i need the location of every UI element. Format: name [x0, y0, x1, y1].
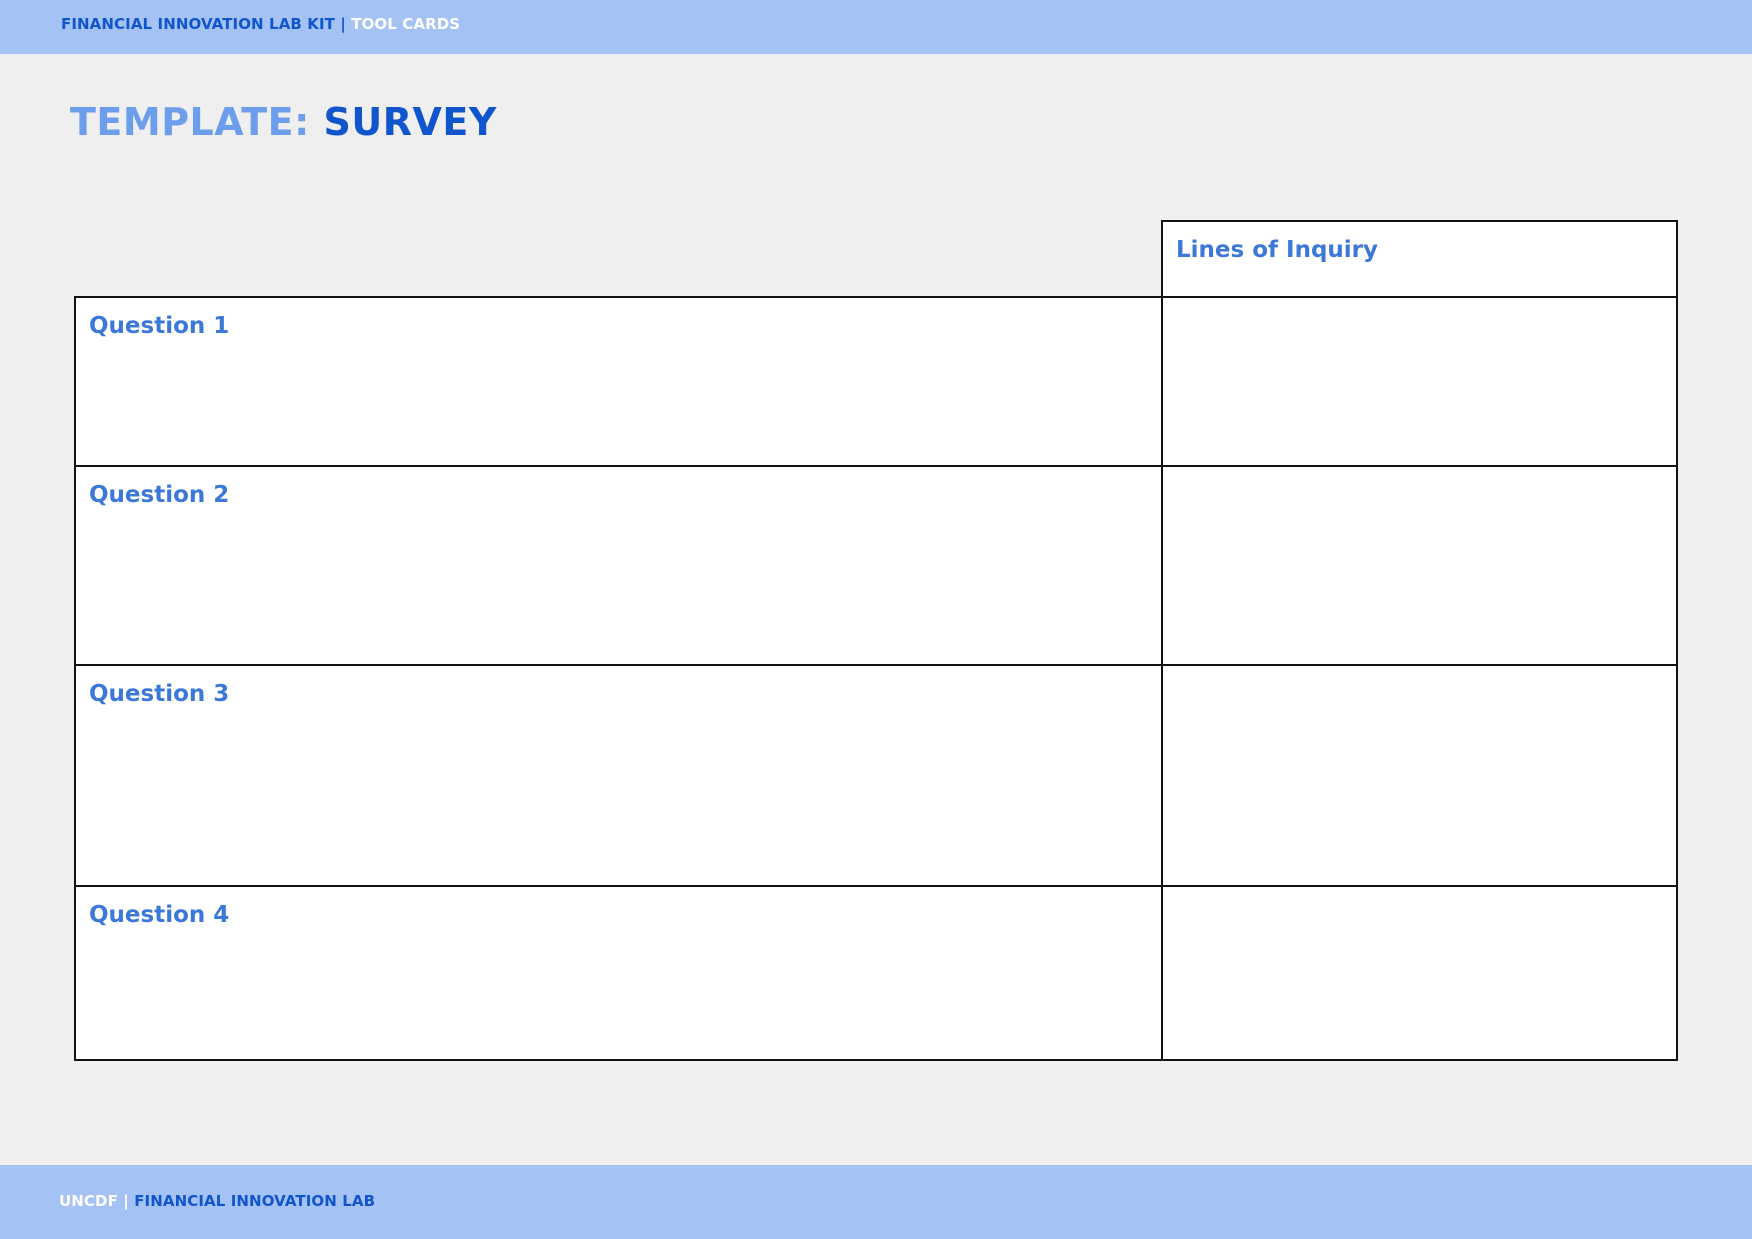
section-label: TOOL CARDS [351, 15, 461, 33]
lab-label: FINANCIAL INNOVATION LAB [134, 1192, 376, 1210]
inquiry-cell[interactable] [1161, 885, 1678, 1061]
lines-of-inquiry-header-cell: Lines of Inquiry [1161, 220, 1678, 298]
footer-band: UNCDF | FINANCIAL INNOVATION LAB [0, 1165, 1752, 1239]
question-label: Question 1 [89, 313, 230, 339]
header-band: FINANCIAL INNOVATION LAB KIT | TOOL CARD… [0, 0, 1752, 54]
inquiry-cell[interactable] [1161, 664, 1678, 887]
question-cell[interactable]: Question 1 [74, 296, 1163, 467]
header-text: FINANCIAL INNOVATION LAB KIT | TOOL CARD… [61, 15, 460, 33]
kit-label: FINANCIAL INNOVATION LAB KIT [61, 15, 335, 33]
title-prefix: TEMPLATE: [70, 100, 310, 144]
lines-of-inquiry-label: Lines of Inquiry [1176, 237, 1379, 263]
question-label: Question 2 [89, 482, 230, 508]
question-cell[interactable]: Question 2 [74, 465, 1163, 666]
footer-separator: | [123, 1192, 129, 1210]
page-title: TEMPLATE: SURVEY [70, 100, 497, 144]
footer-text: UNCDF | FINANCIAL INNOVATION LAB [59, 1192, 375, 1210]
header-separator: | [340, 15, 346, 33]
question-label: Question 4 [89, 902, 230, 928]
question-cell[interactable]: Question 3 [74, 664, 1163, 887]
title-name: SURVEY [323, 100, 497, 144]
inquiry-cell[interactable] [1161, 465, 1678, 666]
question-cell[interactable]: Question 4 [74, 885, 1163, 1061]
question-label: Question 3 [89, 681, 230, 707]
inquiry-cell[interactable] [1161, 296, 1678, 467]
org-label: UNCDF [59, 1192, 118, 1210]
